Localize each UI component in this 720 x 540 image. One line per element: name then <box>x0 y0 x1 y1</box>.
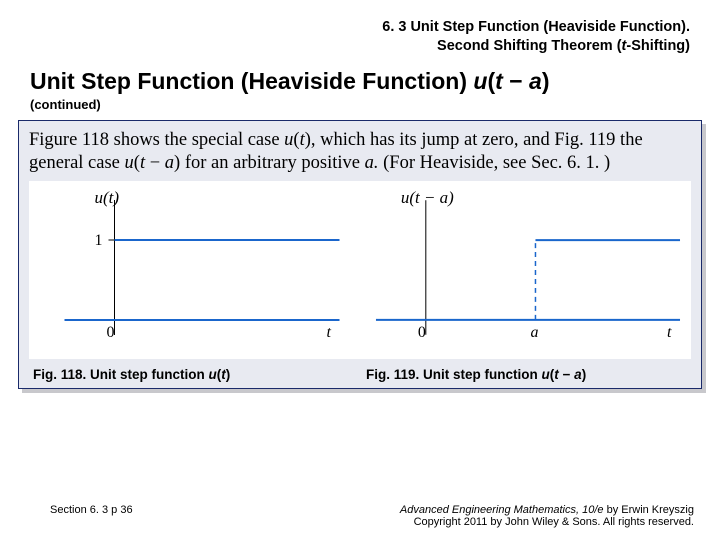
book-title: Advanced Engineering Mathematics, 10/e <box>400 504 604 516</box>
figure-119: u(t − a) 0 a t <box>366 185 685 355</box>
cap119-a: a <box>574 367 582 382</box>
cap118-cl: ) <box>226 367 231 382</box>
figures-row: u(t) 1 0 t u(t − a) <box>29 181 691 359</box>
header-line2b: -Shifting) <box>626 38 690 54</box>
footer-right: Advanced Engineering Mathematics, 10/e b… <box>400 504 694 528</box>
captions-row: Fig. 118. Unit step function u(t) Fig. 1… <box>29 363 691 382</box>
body-u2: u <box>125 153 134 173</box>
title-minus: − <box>503 68 529 94</box>
header-line2a: Second Shifting Theorem ( <box>437 38 621 54</box>
cap118-txt: Unit step function <box>86 367 208 382</box>
figure-118: u(t) 1 0 t <box>35 185 354 355</box>
body-a2: a <box>165 153 174 173</box>
fig118-fn-label: u(t) <box>95 188 120 207</box>
fig119-a: a <box>530 324 538 341</box>
body-paragraph: Figure 118 shows the special case u(t), … <box>29 129 691 175</box>
title-main: Unit Step Function (Heaviside Function) <box>30 68 473 94</box>
fig118-tick1: 1 <box>95 232 103 249</box>
copyright: Copyright 2011 by John Wiley & Sons. All… <box>400 516 694 528</box>
cap118-u: u <box>209 367 217 382</box>
caption-118: Fig. 118. Unit step function u(t) <box>33 367 354 382</box>
section-header: 6. 3 Unit Step Function (Heaviside Funct… <box>0 0 720 64</box>
book-author: by Erwin Kreyszig <box>604 504 694 516</box>
header-line1: 6. 3 Unit Step Function (Heaviside Funct… <box>382 19 690 35</box>
fig118-t-axis: t <box>327 324 332 341</box>
fig119-origin: 0 <box>418 324 426 341</box>
title-open: ( <box>487 68 495 94</box>
caption-119: Fig. 119. Unit step function u(t − a) <box>366 367 687 382</box>
cap118-num: Fig. 118. <box>33 367 86 382</box>
body-minus2: − <box>145 153 165 173</box>
title-t: t <box>495 68 503 94</box>
cap119-u: u <box>542 367 550 382</box>
footer: Section 6. 3 p 36 Advanced Engineering M… <box>0 504 720 528</box>
cap119-m: − <box>559 367 574 382</box>
title-u: u <box>473 68 487 94</box>
title-a: a <box>529 68 542 94</box>
cap119-cl: ) <box>582 367 587 382</box>
body-t4: (For Heaviside, see Sec. 6. 1. ) <box>379 153 611 173</box>
page-title: Unit Step Function (Heaviside Function) … <box>0 64 720 95</box>
fig119-t-axis: t <box>667 324 672 341</box>
fig119-fn-label: u(t − a) <box>401 188 454 207</box>
cap119-txt: Unit step function <box>419 367 541 382</box>
body-a3: a. <box>365 153 379 173</box>
body-t1: Figure 118 shows the special case <box>29 130 284 150</box>
fig118-origin: 0 <box>107 324 115 341</box>
body-t3: for an arbitrary positive <box>180 153 364 173</box>
subtitle: (continued) <box>0 95 720 118</box>
title-close: ) <box>542 68 550 94</box>
footer-left: Section 6. 3 p 36 <box>50 504 133 528</box>
cap119-num: Fig. 119. <box>366 367 419 382</box>
content-box: Figure 118 shows the special case u(t), … <box>18 120 702 389</box>
